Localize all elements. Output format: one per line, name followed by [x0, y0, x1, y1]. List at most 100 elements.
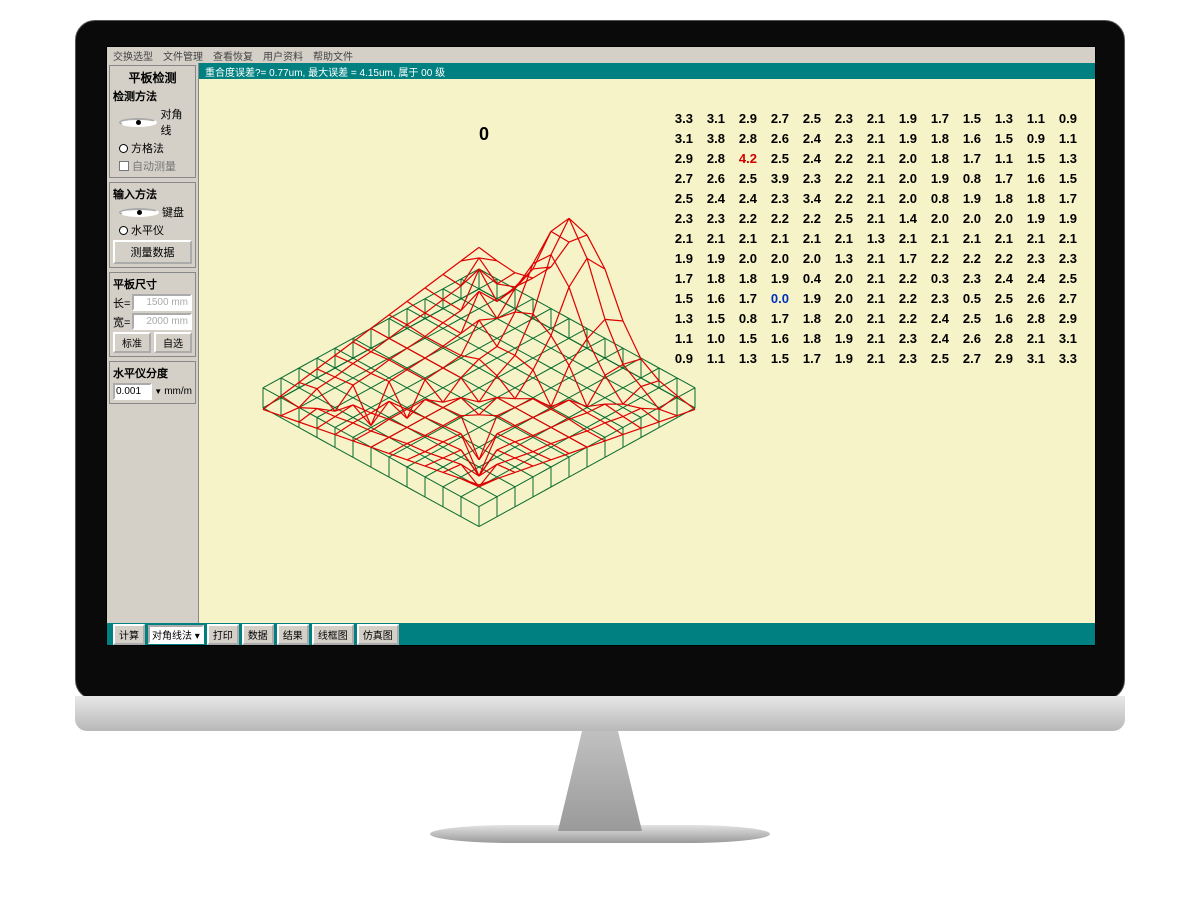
data-cell: 0.3 — [923, 269, 949, 289]
method-dropdown[interactable]: 对角线法 ▾ — [148, 625, 204, 644]
data-cell: 2.0 — [891, 149, 917, 169]
data-cell: 2.0 — [891, 169, 917, 189]
menu-item-4[interactable]: 帮助文件 — [313, 48, 353, 63]
data-cell: 2.9 — [1051, 309, 1077, 329]
measure-data-button[interactable]: 测量数据 — [113, 240, 192, 264]
data-cell: 1.1 — [1019, 109, 1045, 129]
data-cell: 3.4 — [795, 189, 821, 209]
data-button[interactable]: 数据 — [242, 624, 274, 645]
data-cell: 1.9 — [1019, 209, 1045, 229]
data-cell: 2.1 — [859, 109, 885, 129]
data-cell: 2.9 — [667, 149, 693, 169]
data-cell: 1.7 — [987, 169, 1013, 189]
custom-button[interactable]: 自选 — [154, 332, 192, 353]
data-cell: 2.1 — [955, 229, 981, 249]
radio-level[interactable]: 水平仪 — [113, 222, 192, 238]
data-cell: 2.4 — [795, 149, 821, 169]
simulation-button[interactable]: 仿真图 — [357, 624, 399, 645]
bottom-toolbar: 计算 对角线法 ▾ 打印 数据 结果 线框图 仿真图 — [107, 623, 1095, 645]
data-cell: 0.9 — [1019, 129, 1045, 149]
data-cell: 0.4 — [795, 269, 821, 289]
data-cell: 1.7 — [667, 269, 693, 289]
radio-diagonal[interactable]: 对角线 — [113, 106, 192, 138]
data-cell: 0.5 — [955, 289, 981, 309]
resolution-select[interactable]: 0.001 — [113, 383, 152, 400]
apex-label: 0 — [479, 124, 489, 145]
data-cell: 1.8 — [699, 269, 725, 289]
data-cell: 2.7 — [763, 109, 789, 129]
data-cell: 1.6 — [987, 309, 1013, 329]
data-cell: 2.2 — [923, 249, 949, 269]
checkbox-auto-measure[interactable]: 自动测量 — [113, 158, 192, 174]
data-cell: 2.4 — [795, 129, 821, 149]
width-input[interactable]: 2000 mm — [132, 313, 192, 330]
data-cell: 2.3 — [763, 189, 789, 209]
data-cell: 3.3 — [1051, 349, 1077, 369]
data-cell: 2.0 — [731, 249, 757, 269]
data-cell: 2.1 — [923, 229, 949, 249]
section-resolution: 水平仪分度 — [113, 365, 192, 381]
data-cell: 1.5 — [1019, 149, 1045, 169]
radio-grid[interactable]: 方格法 — [113, 140, 192, 156]
data-cell: 1.8 — [795, 309, 821, 329]
data-cell: 2.0 — [923, 209, 949, 229]
data-cell: 2.1 — [699, 229, 725, 249]
data-cell: 4.2 — [731, 149, 757, 169]
data-cell: 1.5 — [667, 289, 693, 309]
data-cell: 2.1 — [859, 169, 885, 189]
length-input[interactable]: 1500 mm — [132, 294, 192, 311]
data-cell: 1.7 — [955, 149, 981, 169]
data-cell: 2.6 — [955, 329, 981, 349]
section-method: 检测方法 — [113, 88, 192, 104]
wireframe-button[interactable]: 线框图 — [312, 624, 354, 645]
data-cell: 2.0 — [827, 269, 853, 289]
data-cell: 2.4 — [923, 309, 949, 329]
data-cell: 1.7 — [763, 309, 789, 329]
print-button[interactable]: 打印 — [207, 624, 239, 645]
data-cell: 2.5 — [827, 209, 853, 229]
menu-item-2[interactable]: 查看恢复 — [213, 48, 253, 63]
mesh-3d-plot — [219, 149, 739, 609]
standard-button[interactable]: 标准 — [113, 332, 151, 353]
data-cell: 2.1 — [827, 229, 853, 249]
menu-item-3[interactable]: 用户资料 — [263, 48, 303, 63]
radio-keyboard[interactable]: 键盘 — [113, 204, 192, 220]
data-cell: 2.2 — [987, 249, 1013, 269]
data-cell: 2.0 — [827, 309, 853, 329]
data-cell: 2.5 — [1051, 269, 1077, 289]
calc-button[interactable]: 计算 — [113, 624, 145, 645]
data-cell: 2.2 — [827, 189, 853, 209]
data-cell: 2.3 — [699, 209, 725, 229]
data-cell: 2.1 — [763, 229, 789, 249]
chevron-down-icon: ▾ — [195, 631, 200, 642]
data-cell: 1.9 — [795, 289, 821, 309]
data-cell: 1.9 — [827, 349, 853, 369]
data-cell: 2.2 — [891, 309, 917, 329]
data-cell: 2.5 — [731, 169, 757, 189]
dropdown-icon[interactable]: ▼ — [154, 387, 162, 396]
result-button[interactable]: 结果 — [277, 624, 309, 645]
data-cell: 1.8 — [923, 149, 949, 169]
monitor-chin — [75, 696, 1125, 731]
data-cell: 2.9 — [987, 349, 1013, 369]
data-cell: 2.3 — [1051, 249, 1077, 269]
status-bar: 重合度误差?= 0.77um, 最大误差 = 4.15um, 属于 00 级 — [199, 63, 1095, 79]
width-label: 宽= — [113, 314, 130, 330]
menu-item-1[interactable]: 文件管理 — [163, 48, 203, 63]
data-cell: 0.9 — [667, 349, 693, 369]
data-cell: 2.7 — [667, 169, 693, 189]
data-cell: 3.3 — [667, 109, 693, 129]
data-cell: 1.3 — [731, 349, 757, 369]
data-cell: 1.1 — [699, 349, 725, 369]
data-cell: 2.3 — [923, 289, 949, 309]
data-cell: 1.8 — [987, 189, 1013, 209]
data-cell: 2.5 — [795, 109, 821, 129]
data-cell: 0.8 — [955, 169, 981, 189]
data-cell: 1.3 — [859, 229, 885, 249]
data-cell: 1.3 — [667, 309, 693, 329]
data-cell: 1.6 — [1019, 169, 1045, 189]
data-cell: 2.1 — [795, 229, 821, 249]
menu-item-0[interactable]: 交换选型 — [113, 48, 153, 63]
data-cell: 1.9 — [699, 249, 725, 269]
data-cell: 2.3 — [891, 349, 917, 369]
